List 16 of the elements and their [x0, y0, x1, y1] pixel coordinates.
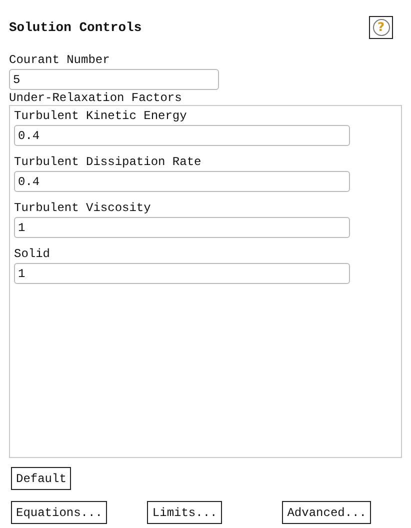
input-field[interactable]: 1	[14, 263, 350, 284]
action-button[interactable]: Equations...	[11, 501, 108, 524]
input-field[interactable]: 0.4	[14, 125, 350, 146]
group-title: Under-Relaxation Factors	[9, 91, 183, 105]
field-label: Turbulent Kinetic Energy	[14, 109, 188, 123]
field-label: Solid	[14, 247, 52, 261]
field-label: Turbulent Dissipation Rate	[14, 155, 202, 169]
input-field[interactable]: 1	[14, 217, 350, 238]
default-button[interactable]: Default	[11, 467, 72, 490]
input-field[interactable]: 0.4	[14, 171, 350, 192]
field-label: Turbulent Viscosity	[14, 201, 152, 215]
panel-title: Solution Controls	[9, 20, 142, 34]
action-button[interactable]: Advanced...	[282, 501, 372, 524]
input-field[interactable]: 5	[9, 69, 219, 90]
field-label: Courant Number	[9, 53, 111, 67]
action-button[interactable]: Limits...	[147, 501, 222, 524]
